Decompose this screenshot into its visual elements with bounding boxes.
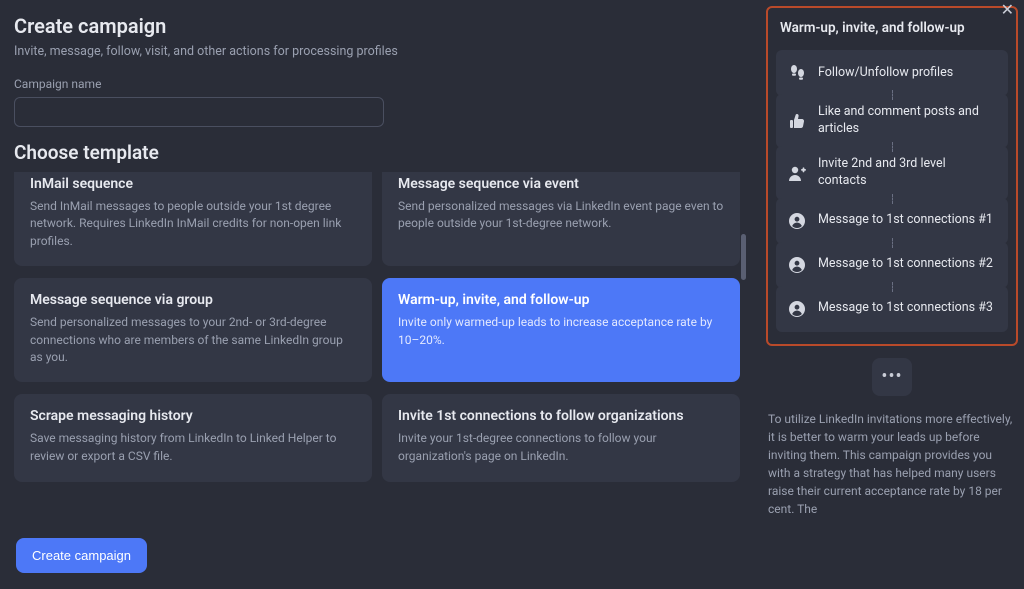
template-card-title: Message sequence via group [30, 292, 356, 308]
chat-person-icon [788, 212, 806, 230]
side-panel: ✕ Warm-up, invite, and follow-up Follow/… [760, 0, 1024, 589]
templates-scrollbar-thumb[interactable] [741, 234, 746, 280]
template-card-desc: Invite only warmed-up leads to increase … [398, 314, 724, 349]
side-panel-description: To utilize LinkedIn invitations more eff… [766, 410, 1018, 518]
close-icon[interactable]: ✕ [1001, 2, 1014, 18]
template-card-desc: Send personalized messages to your 2nd- … [30, 314, 356, 366]
template-card-scrape[interactable]: Scrape messaging history Save messaging h… [14, 394, 372, 482]
template-card-desc: Send InMail messages to people outside y… [30, 198, 356, 250]
template-card-desc: Invite your 1st-degree connections to fo… [398, 430, 724, 465]
workflow-step-label: Message to 1st connections #2 [818, 256, 993, 273]
template-card-warmup[interactable]: Warm-up, invite, and follow-up Invite onl… [382, 278, 740, 382]
footsteps-icon [788, 64, 806, 82]
campaign-name-label: Campaign name [14, 77, 746, 91]
person-plus-icon [788, 164, 806, 182]
page-subtitle: Invite, message, follow, visit, and othe… [14, 44, 746, 59]
workflow-step[interactable]: Invite 2nd and 3rd level contacts [776, 146, 1008, 200]
templates-scroll-area: InMail sequence Send InMail messages to p… [14, 172, 746, 575]
chat-person-icon [788, 300, 806, 318]
template-card-msg-event[interactable]: Message sequence via event Send personali… [382, 172, 740, 266]
create-campaign-button[interactable]: Create campaign [16, 538, 147, 573]
workflow-highlight-box: Warm-up, invite, and follow-up Follow/Un… [766, 6, 1018, 346]
template-card-title: Scrape messaging history [30, 408, 356, 424]
choose-template-heading: Choose template [14, 141, 746, 164]
workflow-step-label: Invite 2nd and 3rd level contacts [818, 156, 996, 190]
template-card-desc: Save messaging history from LinkedIn to … [30, 430, 356, 465]
workflow-step-label: Follow/Unfollow profiles [818, 65, 953, 82]
page-title: Create campaign [14, 14, 746, 38]
thumbs-up-icon [788, 112, 806, 130]
workflow-step-label: Message to 1st connections #1 [818, 212, 993, 229]
side-panel-title: Warm-up, invite, and follow-up [776, 16, 1008, 42]
template-card-msg-group[interactable]: Message sequence via group Send personali… [14, 278, 372, 382]
workflow-step[interactable]: Like and comment posts and articles [776, 94, 1008, 148]
campaign-name-input[interactable] [14, 97, 384, 127]
template-card-title: Warm-up, invite, and follow-up [398, 292, 724, 308]
workflow-step[interactable]: Message to 1st connections #3 [776, 286, 1008, 332]
more-steps-button[interactable]: ••• [872, 358, 912, 396]
workflow-step-label: Message to 1st connections #3 [818, 300, 993, 317]
workflow-step-label: Like and comment posts and articles [818, 104, 996, 138]
chat-person-icon [788, 256, 806, 274]
template-card-title: Message sequence via event [398, 176, 724, 192]
template-card-desc: Send personalized messages via LinkedIn … [398, 198, 724, 233]
template-card-invite-org[interactable]: Invite 1st connections to follow organiz… [382, 394, 740, 482]
main-panel: Create campaign Invite, message, follow,… [0, 0, 760, 589]
template-card-title: Invite 1st connections to follow organiz… [398, 408, 724, 424]
template-card-inmail[interactable]: InMail sequence Send InMail messages to p… [14, 172, 372, 266]
template-card-title: InMail sequence [30, 176, 356, 192]
